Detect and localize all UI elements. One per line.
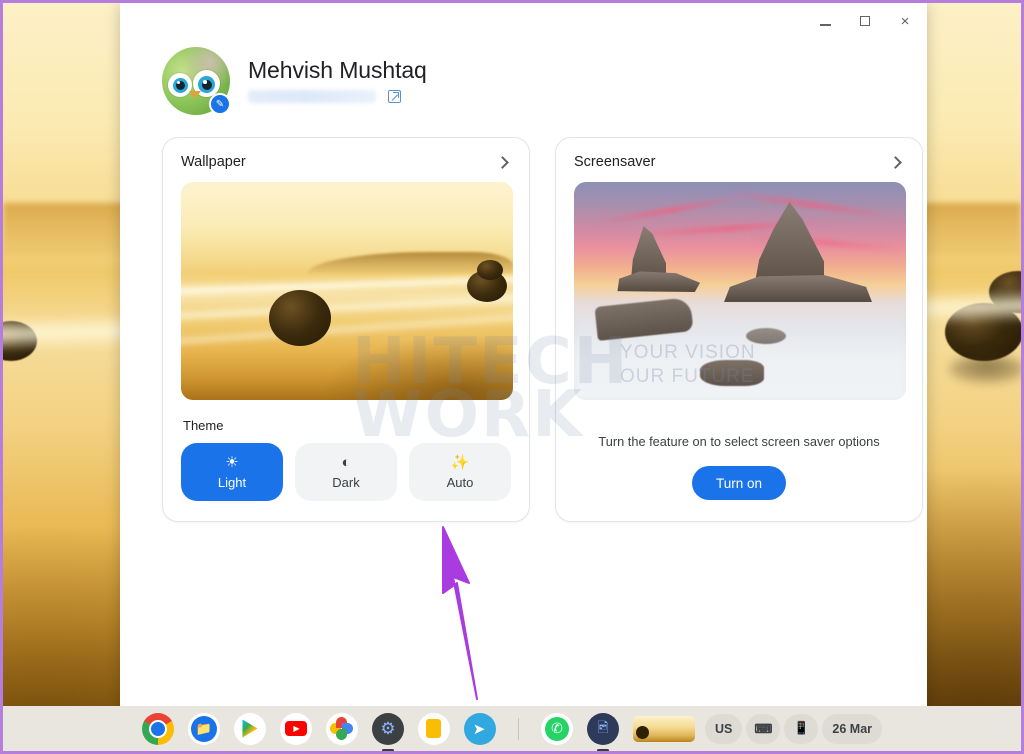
screensaver-preview[interactable] bbox=[574, 182, 906, 400]
wallpaper-boulder-reflection bbox=[949, 355, 1021, 383]
keyboard-icon[interactable]: ⌨ bbox=[746, 713, 781, 744]
close-icon: × bbox=[900, 12, 910, 30]
theme-label: Theme bbox=[183, 418, 224, 433]
profile-email-redacted bbox=[248, 90, 376, 103]
shelf-item-keep[interactable] bbox=[417, 712, 450, 745]
keyboard-layout-button[interactable]: US bbox=[704, 713, 743, 744]
profile-header: ✎ Mehvish Mushtaq bbox=[120, 39, 927, 115]
wallpaper-boulder bbox=[945, 303, 1021, 361]
personalization-settings-window: × ✎ Mehvish Mushtaq Wallpaper Theme ☀ Li… bbox=[120, 3, 927, 711]
wallpaper-boulder bbox=[3, 321, 37, 361]
screensaver-card: Screensaver Turn the feature on to selec… bbox=[555, 137, 923, 522]
gear-icon: ⚙ bbox=[380, 718, 396, 738]
settings-cards: Wallpaper Theme ☀ Light ◐ Dark ✨ Auto Sc… bbox=[120, 115, 927, 522]
external-link-icon[interactable] bbox=[388, 90, 401, 103]
phone-icon: ✆ bbox=[551, 720, 563, 736]
theme-buttons: ☀ Light ◐ Dark ✨ Auto bbox=[181, 443, 511, 501]
screensaver-rock bbox=[700, 360, 764, 386]
shelf-divider bbox=[517, 717, 519, 740]
shelf-item-play-store[interactable] bbox=[233, 712, 266, 745]
magic-wand-icon: ✨ bbox=[450, 454, 470, 471]
chevron-right-icon[interactable] bbox=[496, 155, 509, 169]
edit-avatar-badge[interactable]: ✎ bbox=[209, 93, 231, 115]
shelf-item-gallery[interactable]: 🖻 bbox=[586, 712, 619, 751]
window-titlebar: × bbox=[120, 3, 927, 39]
annotation-arrow bbox=[442, 526, 478, 700]
close-button[interactable]: × bbox=[885, 4, 925, 38]
shelf-item-telegram[interactable]: ➤ bbox=[463, 712, 496, 745]
profile-name: Mehvish Mushtaq bbox=[248, 56, 427, 83]
minimize-button[interactable] bbox=[805, 4, 845, 38]
screensaver-sea-stack-left-base bbox=[617, 271, 700, 292]
screensaver-action-row: Turn on bbox=[574, 466, 904, 500]
clock-button[interactable]: 26 Mar bbox=[822, 713, 883, 744]
image-icon: 🖻 bbox=[597, 718, 609, 735]
screensaver-sea-stack-right-base bbox=[724, 275, 872, 302]
chevron-right-icon[interactable] bbox=[889, 155, 902, 169]
pencil-icon: ✎ bbox=[215, 98, 225, 110]
profile-subrow bbox=[248, 88, 427, 106]
profile-text: Mehvish Mushtaq bbox=[248, 57, 427, 106]
play-icon: ▶ bbox=[293, 724, 300, 733]
wallpaper-card-title: Wallpaper bbox=[181, 154, 246, 170]
phone-hub-icon[interactable]: 📱 bbox=[784, 713, 819, 744]
maximize-button[interactable] bbox=[845, 4, 885, 38]
shelf-app-list: 📁 ▶ ⚙ ➤ ✆ 🖻 bbox=[141, 712, 695, 751]
shelf-item-google-photos[interactable] bbox=[325, 712, 358, 745]
theme-option-light-label: Light bbox=[217, 474, 247, 490]
shelf-item-whatsapp[interactable]: ✆ bbox=[540, 712, 573, 745]
screensaver-card-header[interactable]: Screensaver bbox=[574, 154, 904, 170]
shelf-item-youtube[interactable]: ▶ bbox=[279, 712, 312, 745]
paper-plane-icon: ➤ bbox=[472, 720, 486, 738]
shelf-item-settings[interactable]: ⚙ bbox=[371, 712, 404, 751]
wallpaper-boulder bbox=[989, 271, 1021, 313]
shelf-item-files[interactable]: 📁 bbox=[187, 712, 220, 745]
theme-option-dark[interactable]: ◐ Dark bbox=[295, 443, 397, 501]
theme-option-auto-label: Auto bbox=[446, 474, 474, 490]
folder-icon: 📁 bbox=[195, 720, 213, 736]
screensaver-card-title: Screensaver bbox=[574, 154, 656, 170]
shelf-item-wallpaper-thumbnail[interactable] bbox=[632, 715, 695, 742]
shelf-item-chrome[interactable] bbox=[141, 712, 174, 745]
theme-option-light[interactable]: ☀ Light bbox=[181, 443, 283, 501]
wallpaper-card: Wallpaper Theme ☀ Light ◐ Dark ✨ Auto bbox=[162, 137, 530, 522]
wallpaper-preview-boulder bbox=[477, 260, 503, 280]
wallpaper-card-header[interactable]: Wallpaper bbox=[181, 154, 511, 170]
theme-option-auto[interactable]: ✨ Auto bbox=[409, 443, 511, 501]
avatar[interactable]: ✎ bbox=[162, 47, 231, 115]
screensaver-note: Turn the feature on to select screen sav… bbox=[598, 434, 880, 449]
screensaver-rock bbox=[746, 328, 786, 344]
turn-on-button[interactable]: Turn on bbox=[691, 466, 787, 500]
wallpaper-preview[interactable] bbox=[181, 182, 513, 400]
theme-option-dark-label: Dark bbox=[332, 474, 360, 490]
wallpaper-preview-boulder bbox=[269, 290, 331, 346]
sun-icon: ☀ bbox=[225, 454, 239, 471]
system-tray: US ⌨ 📱 26 Mar bbox=[704, 713, 883, 744]
shelf: 📁 ▶ ⚙ ➤ ✆ 🖻 US ⌨ 📱 26 Mar bbox=[3, 706, 1021, 751]
avatar-beak bbox=[189, 91, 201, 99]
half-moon-icon: ◐ bbox=[341, 454, 351, 471]
desktop: × ✎ Mehvish Mushtaq Wallpaper Theme ☀ Li… bbox=[0, 0, 1024, 754]
